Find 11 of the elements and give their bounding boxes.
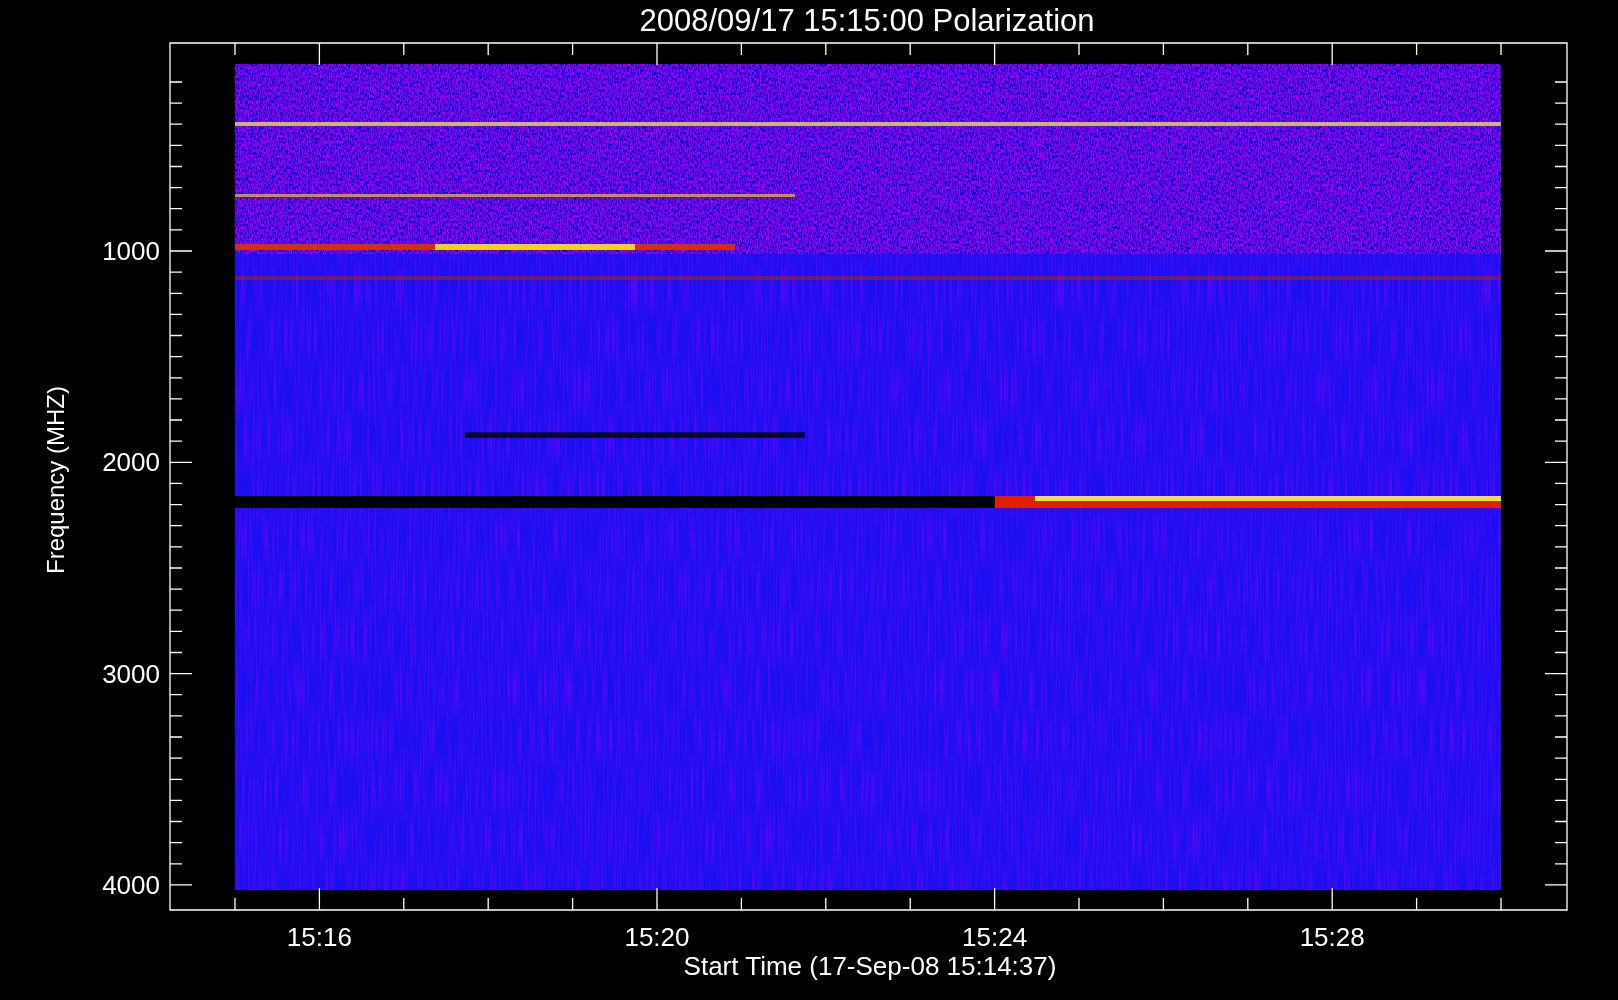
- tick-label: 1000: [102, 236, 160, 266]
- tick-label: 15:28: [1299, 922, 1365, 952]
- chart-title: 2008/09/17 15:15:00 Polarization: [639, 3, 1095, 38]
- tick-label: 15:24: [962, 922, 1028, 952]
- axis-label: Frequency (MHZ): [42, 386, 69, 574]
- tick-label: 4000: [102, 869, 160, 900]
- tick-label: 15:16: [286, 922, 352, 952]
- tick-label: 15:20: [624, 922, 690, 952]
- axis-label: Start Time (17-Sep-08 15:14:37): [683, 951, 1057, 981]
- tick-label: 3000: [102, 658, 160, 689]
- tick-label: 2000: [102, 447, 160, 478]
